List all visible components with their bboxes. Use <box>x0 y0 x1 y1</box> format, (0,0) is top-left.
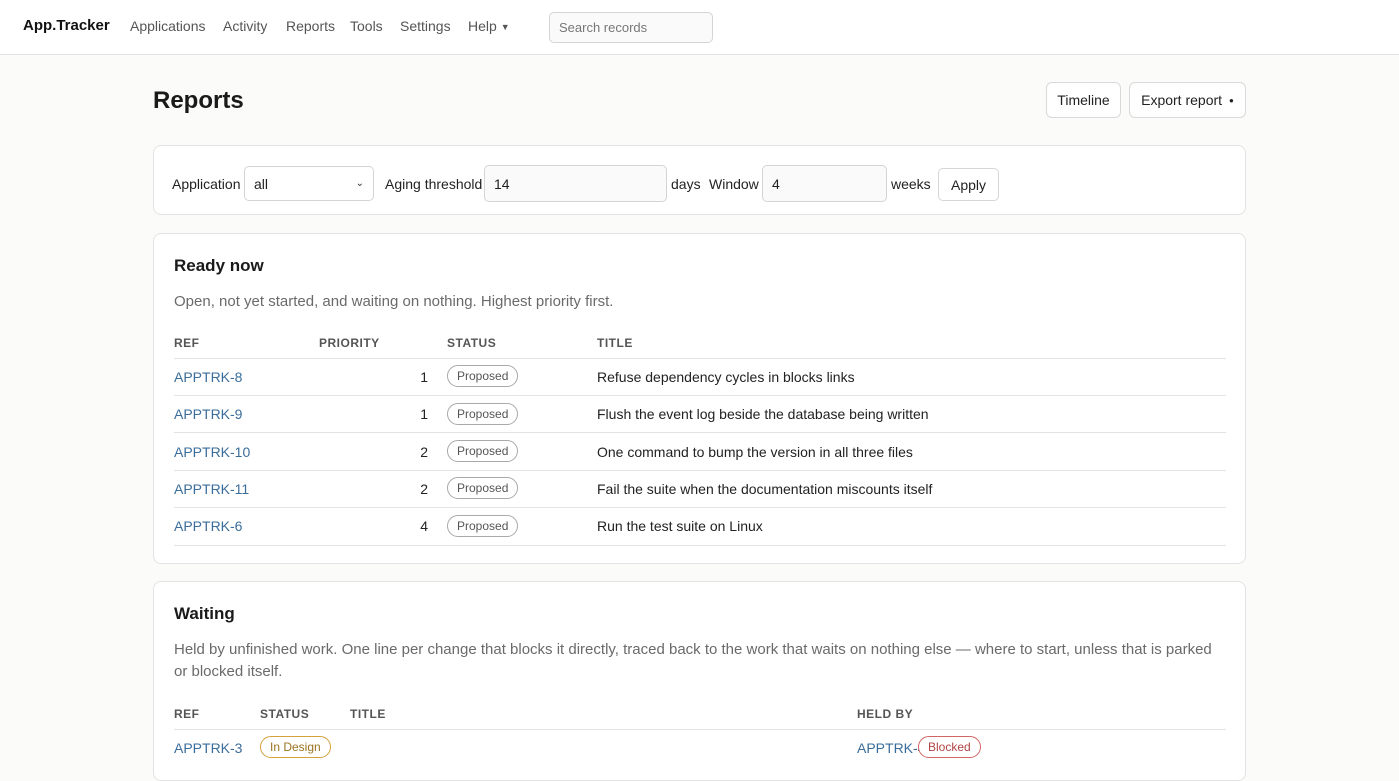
chevron-down-icon: ⌄ <box>355 178 364 189</box>
status-badge: Proposed <box>447 403 519 425</box>
row-priority: 4 <box>420 518 428 534</box>
row-priority: 1 <box>420 406 428 422</box>
export-button-label: Export report <box>1141 92 1223 108</box>
row-title: Run the test suite on Linux <box>597 518 763 534</box>
filter-card: Application all ⌄ Aging threshold days W… <box>153 145 1246 215</box>
top-navbar: App.Tracker Applications Activity Report… <box>0 0 1399 55</box>
col-held-by: HELD BY <box>857 707 914 721</box>
row-ref-link[interactable]: APPTRK-6 <box>174 518 242 534</box>
row-priority: 2 <box>420 481 428 497</box>
col-priority: PRIORITY <box>319 336 380 350</box>
window-unit-label: weeks <box>891 176 931 192</box>
nav-help[interactable]: Help ▼ <box>468 18 510 34</box>
timeline-button-label: Timeline <box>1057 92 1110 108</box>
row-title: Fail the suite when the documentation mi… <box>597 481 933 497</box>
status-badge: Proposed <box>447 477 519 499</box>
page-title: Reports <box>153 87 244 114</box>
row-ref-link[interactable]: APPTRK-9 <box>174 406 242 422</box>
row-divider <box>174 545 1226 546</box>
application-label: Application <box>172 176 241 192</box>
blocked-badge: Blocked <box>918 736 981 758</box>
ready-now-description: Open, not yet started, and waiting on no… <box>174 293 614 310</box>
col-title: TITLE <box>350 707 386 721</box>
col-status: STATUS <box>447 336 497 350</box>
brand-logo[interactable]: App.Tracker <box>23 17 110 34</box>
ready-now-card: Ready now Open, not yet started, and wai… <box>153 233 1246 564</box>
dropdown-dot-icon: ● <box>1229 95 1234 105</box>
row-divider <box>174 470 1226 471</box>
table-divider <box>174 729 1226 730</box>
apply-button[interactable]: Apply <box>938 168 999 201</box>
window-label: Window <box>709 176 759 192</box>
table-divider <box>174 358 1226 359</box>
application-select[interactable]: all ⌄ <box>244 166 374 201</box>
col-ref: REF <box>174 707 200 721</box>
col-title: TITLE <box>597 336 633 350</box>
status-badge: In Design <box>260 736 331 758</box>
caret-down-icon: ▼ <box>500 22 510 32</box>
nav-activity[interactable]: Activity <box>223 18 267 34</box>
status-badge: Proposed <box>447 365 519 387</box>
held-by-link[interactable]: APPTRK-4 <box>857 740 925 756</box>
status-badge: Proposed <box>447 440 519 462</box>
aging-threshold-input[interactable] <box>484 165 667 202</box>
col-ref: REF <box>174 336 200 350</box>
col-status: STATUS <box>260 707 310 721</box>
nav-settings[interactable]: Settings <box>400 18 451 34</box>
ready-now-title: Ready now <box>174 256 264 275</box>
waiting-card: Waiting Held by unfinished work. One lin… <box>153 581 1246 781</box>
timeline-button[interactable]: Timeline <box>1046 82 1121 118</box>
nav-applications[interactable]: Applications <box>130 18 206 34</box>
application-select-value: all <box>254 175 269 192</box>
waiting-description: Held by unfinished work. One line per ch… <box>174 641 1212 680</box>
row-ref-link[interactable]: APPTRK-3 <box>174 740 242 756</box>
export-report-button[interactable]: Export report ● <box>1129 82 1246 118</box>
search-input[interactable] <box>549 12 713 43</box>
row-title: Flush the event log beside the database … <box>597 406 929 422</box>
nav-help-label: Help <box>468 18 497 34</box>
nav-tools[interactable]: Tools <box>350 18 383 34</box>
row-divider <box>174 432 1226 433</box>
row-title: One command to bump the version in all t… <box>597 444 913 460</box>
waiting-title: Waiting <box>174 604 235 623</box>
row-ref-link[interactable]: APPTRK-11 <box>174 481 249 497</box>
nav-reports[interactable]: Reports <box>286 18 335 34</box>
aging-threshold-label: Aging threshold <box>385 176 483 192</box>
row-divider <box>174 507 1226 508</box>
row-divider <box>174 395 1226 396</box>
row-priority: 1 <box>420 369 428 385</box>
row-title: Refuse dependency cycles in blocks links <box>597 369 855 385</box>
window-input[interactable] <box>762 165 887 202</box>
row-ref-link[interactable]: APPTRK-8 <box>174 369 242 385</box>
row-priority: 2 <box>420 444 428 460</box>
row-ref-link[interactable]: APPTRK-10 <box>174 444 250 460</box>
status-badge: Proposed <box>447 515 519 537</box>
aging-unit-label: days <box>671 176 701 192</box>
